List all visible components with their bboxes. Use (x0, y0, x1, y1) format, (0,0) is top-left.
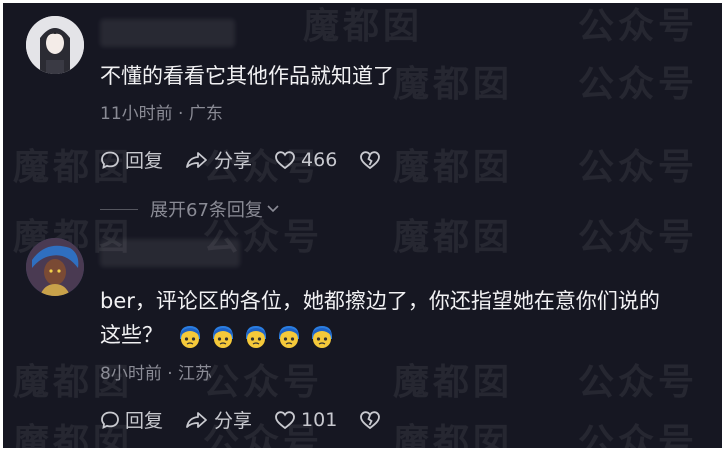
share-button[interactable]: 分享 (185, 406, 252, 433)
emoji-row (177, 318, 342, 352)
crying-face-emoji-icon (246, 326, 266, 348)
comment-text-line-1: ber，评论区的各位，她都擦边了，你还指望她在意你们说的 (100, 289, 660, 313)
username-blurred (100, 19, 235, 47)
dislike-button[interactable] (359, 150, 386, 170)
heart-icon (275, 150, 295, 169)
comment-text-line-2-text: 这些？ (100, 323, 163, 347)
reply-button[interactable]: 回复 (100, 406, 163, 433)
crying-face-emoji-icon (180, 326, 200, 348)
crying-face-emoji-icon (279, 326, 299, 348)
comment-meta: 11小时前 · 广东 (100, 104, 223, 124)
broken-heart-icon (360, 410, 381, 429)
share-arrow-icon (186, 151, 207, 168)
heart-icon (275, 410, 295, 429)
avatar[interactable] (26, 238, 84, 296)
reply-label: 回复 (125, 150, 164, 172)
comment-text: 不懂的看看它其他作品就知道了 (100, 64, 394, 88)
comment-text-line-2: 这些？ (100, 318, 342, 352)
share-label: 分享 (214, 150, 253, 172)
comment-bubble-icon (101, 411, 119, 429)
like-count: 101 (301, 408, 338, 431)
comment-bubble-icon (101, 151, 119, 169)
crying-face-emoji-icon (312, 326, 332, 348)
dislike-button[interactable] (359, 410, 386, 430)
comment-actions: 回复 分享 466 (100, 146, 408, 173)
divider-line (100, 208, 138, 210)
comment-screen: 魔都囡 公众号 魔都囡 公众号 魔都囡 公众号 魔都囡 公众号 魔都囡 公众号 … (3, 3, 722, 448)
username-blurred (100, 239, 240, 267)
expand-replies-button[interactable]: 展开67条回复 (100, 196, 280, 222)
reply-button[interactable]: 回复 (100, 146, 163, 173)
share-button[interactable]: 分享 (185, 146, 252, 173)
comment-actions: 回复 分享 101 (100, 406, 408, 433)
like-count: 466 (301, 148, 338, 171)
like-button[interactable]: 466 (274, 149, 337, 171)
share-arrow-icon (186, 411, 207, 428)
broken-heart-icon (360, 150, 381, 169)
like-button[interactable]: 101 (274, 409, 337, 431)
share-label: 分享 (214, 410, 253, 432)
comment-meta: 8小时前 · 江苏 (100, 364, 213, 384)
expand-replies-label: 展开67条回复 (150, 200, 263, 221)
avatar[interactable] (26, 16, 84, 74)
crying-face-emoji-icon (213, 326, 233, 348)
chevron-down-icon (267, 205, 279, 213)
reply-label: 回复 (125, 410, 164, 432)
